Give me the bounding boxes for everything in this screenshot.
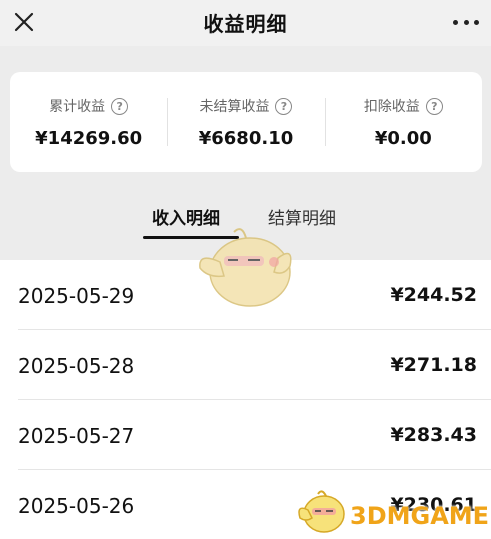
help-icon[interactable]: ? bbox=[425, 97, 443, 115]
summary-label: 未结算收益 bbox=[199, 99, 270, 115]
summary-value: ¥6680.10 bbox=[198, 128, 294, 149]
help-icon[interactable]: ? bbox=[275, 97, 293, 115]
list-item[interactable]: 2025-05-28 ¥271.18 bbox=[0, 330, 491, 400]
summary-deducted-earnings: 扣除收益 ? ¥0.00 bbox=[324, 72, 482, 172]
summary-value: ¥0.00 bbox=[374, 128, 432, 149]
summary-total-earnings: 累计收益 ? ¥14269.60 bbox=[10, 72, 167, 172]
mascot-logo-icon bbox=[298, 490, 345, 533]
site-watermark: 3DMGAME bbox=[294, 484, 490, 539]
mascot-watermark-icon bbox=[199, 228, 292, 307]
more-dots-icon bbox=[453, 19, 458, 25]
watermark-text: 3DMGAME bbox=[350, 502, 490, 530]
summary-label: 扣除收益 bbox=[363, 99, 420, 115]
summary-label: 累计收益 bbox=[49, 99, 106, 115]
record-date: 2025-05-28 bbox=[18, 354, 135, 378]
record-date: 2025-05-26 bbox=[18, 494, 135, 518]
summary-value: ¥14269.60 bbox=[35, 128, 143, 149]
more-options-button[interactable] bbox=[453, 12, 479, 32]
page-title: 收益明细 bbox=[203, 12, 288, 36]
summary-unsettled-earnings: 未结算收益 ? ¥6680.10 bbox=[167, 72, 324, 172]
record-amount: ¥244.52 bbox=[390, 284, 477, 306]
earnings-summary-card: 累计收益 ? ¥14269.60 未结算收益 ? ¥6680.10 扣除收益 ?… bbox=[10, 72, 482, 172]
help-icon[interactable]: ? bbox=[111, 97, 129, 115]
record-date: 2025-05-27 bbox=[18, 424, 135, 448]
top-navigation-bar: 收益明细 bbox=[0, 0, 491, 46]
record-date: 2025-05-29 bbox=[18, 284, 135, 308]
record-amount: ¥271.18 bbox=[390, 354, 477, 376]
list-item[interactable]: 2025-05-27 ¥283.43 bbox=[0, 400, 491, 470]
record-amount: ¥283.43 bbox=[390, 424, 477, 446]
